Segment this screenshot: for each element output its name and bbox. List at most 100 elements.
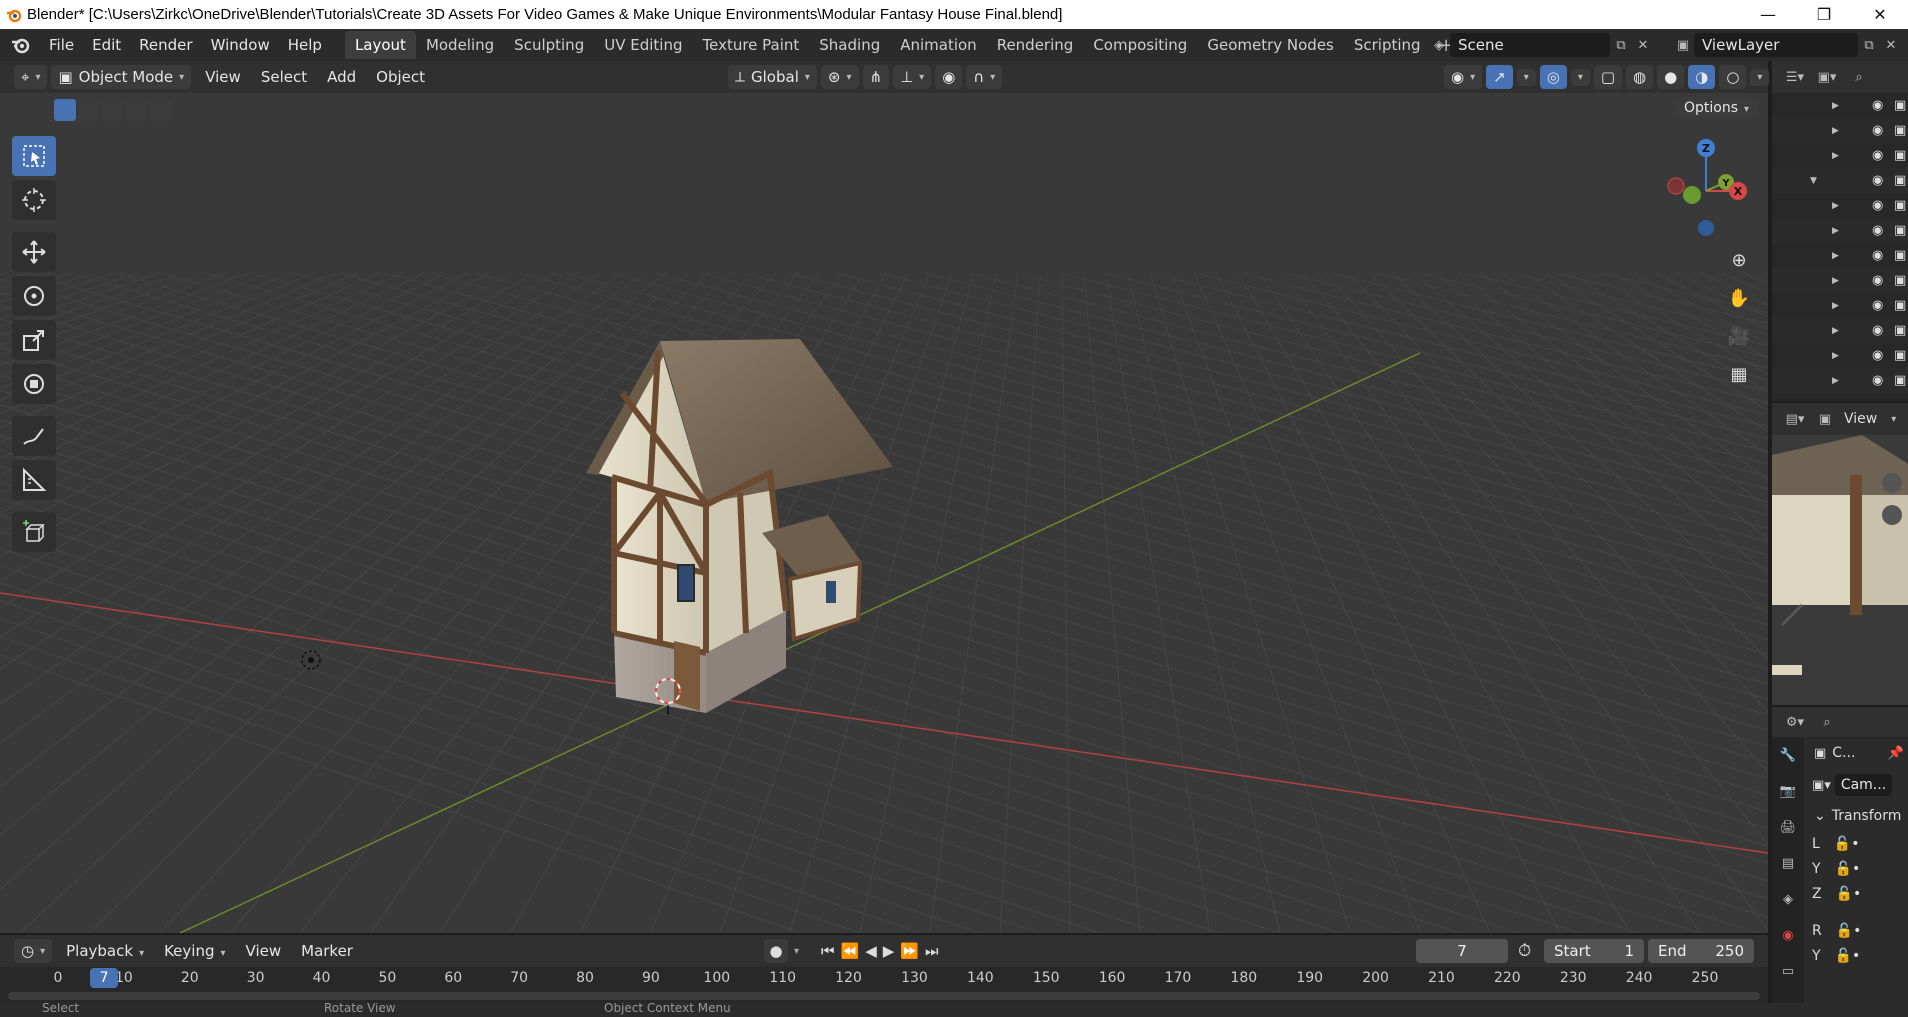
material-shading-button[interactable]: ◑ <box>1688 65 1716 89</box>
rendered-shading-button[interactable]: ○ <box>1719 65 1747 89</box>
render-camera-icon[interactable]: ▣ <box>1894 223 1906 238</box>
outliner-row[interactable]: ▶ ◉ ▣ <box>1772 318 1908 343</box>
display-mode-icon[interactable]: ▣▾ <box>1816 66 1838 88</box>
eye-icon[interactable]: ◉ <box>1872 373 1883 388</box>
tab-texture-paint[interactable]: Texture Paint <box>692 31 809 59</box>
select-box-tool[interactable] <box>12 136 56 176</box>
render-tab-icon[interactable]: 📷 <box>1772 773 1804 809</box>
select-extend-mode-icon[interactable] <box>78 99 100 121</box>
object-data-icon[interactable]: ▣▾ <box>1812 778 1831 793</box>
move-tool[interactable] <box>12 232 56 272</box>
render-camera-icon[interactable]: ▣ <box>1894 373 1906 388</box>
expand-arrow-icon[interactable]: ▶ <box>1832 201 1839 211</box>
view-layer-icon[interactable]: ▣ <box>1672 34 1694 56</box>
transform-row[interactable]: Y 🔓• <box>1806 943 1908 968</box>
tab-geometry-nodes[interactable]: Geometry Nodes <box>1197 31 1344 59</box>
playhead[interactable]: 7 <box>90 968 119 988</box>
expand-arrow-icon[interactable]: ▶ <box>1832 276 1839 286</box>
jump-start-icon[interactable]: ⏮ <box>821 942 835 960</box>
snap-target-dropdown[interactable]: ⊥ ▾ <box>893 65 932 89</box>
tab-sculpting[interactable]: Sculpting <box>504 31 594 59</box>
transform-row[interactable]: Y 🔓• <box>1806 856 1908 881</box>
object-name-field[interactable]: Cam... <box>1834 774 1893 796</box>
eye-icon[interactable]: ◉ <box>1872 248 1883 263</box>
prev-keyframe-icon[interactable]: ⏪ <box>841 942 860 960</box>
play-icon[interactable]: ▶ <box>883 942 895 960</box>
delete-scene-icon[interactable]: ✕ <box>1632 34 1654 56</box>
new-scene-icon[interactable]: ⧉ <box>1610 34 1632 56</box>
collection-tab-icon[interactable]: ▭ <box>1772 953 1804 989</box>
delete-view-layer-icon[interactable]: ✕ <box>1880 34 1902 56</box>
outliner-panel[interactable]: ☰▾ ▣▾ ⌕ ▶ ◉ ▣ ▶ ◉ ▣ ▶ ◉ ▣ ▼ ◉ ▣ ▶ ◉ ▣ ▶ ◉ ▣ ▶ ◉ ▣ ▶ ◉ ▣ ▶ ◉ ▣ ▶ ◉ ▣ ▶ ◉… <box>1770 61 1908 401</box>
stopwatch-icon[interactable]: ⏱ <box>1518 941 1531 961</box>
tab-animation[interactable]: Animation <box>890 31 986 59</box>
expand-arrow-icon[interactable]: ▶ <box>1832 326 1839 336</box>
timeline-menu-marker[interactable]: Marker <box>291 939 363 963</box>
neg-x-axis-icon[interactable] <box>1667 177 1685 195</box>
gizmo-dropdown[interactable]: ▾ <box>1516 68 1536 86</box>
preview-view-menu[interactable]: View <box>1844 411 1877 427</box>
select-new-mode-icon[interactable] <box>54 99 76 121</box>
viewport-menu-select[interactable]: Select <box>251 65 317 89</box>
outliner-row[interactable]: ▶ ◉ ▣ <box>1772 293 1908 318</box>
options-dropdown[interactable]: Options ▾ <box>1676 97 1758 119</box>
preview-zoom-icon[interactable] <box>1882 473 1902 493</box>
end-frame-field[interactable]: End 250 <box>1648 939 1754 963</box>
tab-layout[interactable]: Layout <box>344 31 416 59</box>
select-invert-mode-icon[interactable] <box>126 99 148 121</box>
timeline-scrollbar[interactable] <box>8 992 1760 1000</box>
snap-toggle[interactable]: ⋔ <box>862 65 890 89</box>
properties-panel[interactable]: ⚙▾ ⌕ 🔧 📷 🖨 ▤ ◈ ◉ ▭ ▣ C... 📌 ▣▾ Cam... ⌄ … <box>1770 707 1908 1003</box>
outliner-row[interactable]: ▶ ◉ ▣ <box>1772 93 1908 118</box>
expand-arrow-icon[interactable]: ▶ <box>1832 126 1839 136</box>
lock-icon[interactable]: 🔓• <box>1835 948 1861 964</box>
scene-icon[interactable]: ◈ <box>1428 34 1450 56</box>
expand-arrow-icon[interactable]: ▶ <box>1832 351 1839 361</box>
transform-section-header[interactable]: ⌄ Transform <box>1806 801 1908 831</box>
scale-tool[interactable] <box>12 320 56 360</box>
preview-pan-icon[interactable] <box>1882 505 1902 525</box>
eye-icon[interactable]: ◉ <box>1872 298 1883 313</box>
view-layer-name-field[interactable]: ViewLayer <box>1694 33 1858 57</box>
timeline-menu-playback[interactable]: Playback ▾ <box>56 939 154 963</box>
lock-icon[interactable]: 🔓• <box>1834 836 1860 852</box>
timeline-menu-view[interactable]: View <box>236 939 292 963</box>
menu-render[interactable]: Render <box>130 32 201 58</box>
outliner-row[interactable]: ▶ ◉ ▣ <box>1772 268 1908 293</box>
editor-type-icon[interactable]: ▤▾ <box>1784 408 1806 430</box>
zoom-icon[interactable]: ⊕ <box>1722 243 1756 277</box>
lock-icon[interactable]: 🔓• <box>1836 886 1862 902</box>
render-camera-icon[interactable]: ▣ <box>1894 273 1906 288</box>
viewport-menu-view[interactable]: View <box>195 65 251 89</box>
search-icon[interactable]: ⌕ <box>1848 66 1870 88</box>
transform-tool[interactable] <box>12 364 56 404</box>
transform-row[interactable]: R 🔓• <box>1806 918 1908 943</box>
outliner-row[interactable]: ▶ ◉ ▣ <box>1772 243 1908 268</box>
eye-icon[interactable]: ◉ <box>1872 173 1883 188</box>
eye-icon[interactable]: ◉ <box>1872 123 1883 138</box>
wireframe-shading-button[interactable]: ◍ <box>1626 65 1654 89</box>
tab-compositing[interactable]: Compositing <box>1083 31 1197 59</box>
timeline-menu-keying[interactable]: Keying ▾ <box>154 939 235 963</box>
mode-dropdown[interactable]: ▣ Object Mode ▾ <box>51 65 192 89</box>
transform-row[interactable]: L 🔓• <box>1806 831 1908 856</box>
render-camera-icon[interactable]: ▣ <box>1894 323 1906 338</box>
render-camera-icon[interactable]: ▣ <box>1894 348 1906 363</box>
render-camera-icon[interactable]: ▣ <box>1894 248 1906 263</box>
render-camera-icon[interactable]: ▣ <box>1894 148 1906 163</box>
menu-file[interactable]: File <box>40 32 83 58</box>
neg-y-axis-icon[interactable] <box>1683 186 1701 204</box>
outliner-row[interactable]: ▶ ◉ ▣ <box>1772 193 1908 218</box>
lock-icon[interactable]: 🔓• <box>1835 861 1861 877</box>
select-subtract-mode-icon[interactable] <box>102 99 124 121</box>
eye-icon[interactable]: ◉ <box>1872 223 1883 238</box>
output-tab-icon[interactable]: 🖨 <box>1772 809 1804 845</box>
new-view-layer-icon[interactable]: ⧉ <box>1858 34 1880 56</box>
gizmo-toggle[interactable]: ↗ <box>1486 65 1513 89</box>
pin-icon[interactable]: 📌 <box>1888 746 1904 761</box>
close-button[interactable]: ✕ <box>1852 0 1908 29</box>
transform-orientation-dropdown[interactable]: ⟂ Global ▾ <box>728 65 817 89</box>
maximize-button[interactable]: ❐ <box>1796 0 1852 29</box>
render-camera-icon[interactable]: ▣ <box>1894 198 1906 213</box>
overlays-dropdown[interactable]: ▾ <box>1570 68 1590 86</box>
